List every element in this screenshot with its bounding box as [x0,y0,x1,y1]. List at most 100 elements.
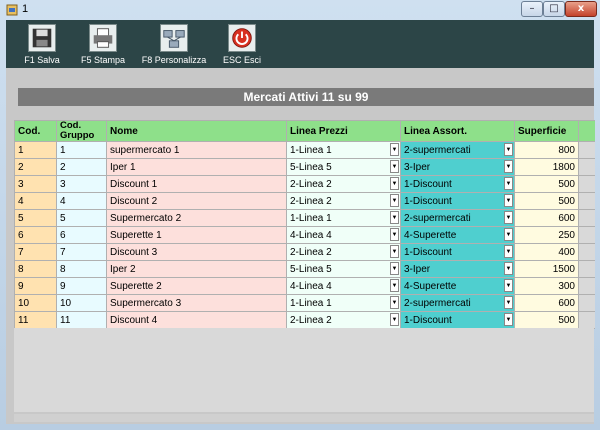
table-row[interactable]: 4 4 Discount 2 2-Linea 2 ▼ 1-Discount ▼ 500 [14,192,595,210]
cell-nome[interactable]: supermercato 1 [106,141,287,159]
chevron-down-icon[interactable]: ▼ [390,262,399,275]
maximize-button[interactable]: □ [543,1,565,17]
cell-superficie[interactable]: 400 [514,243,579,261]
close-button[interactable]: x [565,1,597,17]
chevron-down-icon[interactable]: ▼ [504,279,513,292]
cell-cod-gruppo[interactable]: 8 [56,260,107,278]
cell-cod-gruppo[interactable]: 11 [56,311,107,329]
col-header-nome[interactable]: Nome [106,120,287,142]
cell-nome[interactable]: Supermercato 3 [106,294,287,312]
chevron-down-icon[interactable]: ▼ [504,177,513,190]
cell-nome[interactable]: Discount 1 [106,175,287,193]
col-header-linea-assort[interactable]: Linea Assort. [400,120,515,142]
chevron-down-icon[interactable]: ▼ [390,177,399,190]
cell-linea-prezzi[interactable]: 4-Linea 4 ▼ [286,226,401,244]
cell-superficie[interactable]: 500 [514,175,579,193]
cell-linea-prezzi[interactable]: 1-Linea 1 ▼ [286,294,401,312]
cell-nome[interactable]: Superette 1 [106,226,287,244]
cell-linea-assort[interactable]: 3-Iper ▼ [400,158,515,176]
cell-superficie[interactable]: 800 [514,141,579,159]
cell-cod[interactable]: 6 [14,226,57,244]
cell-cod[interactable]: 2 [14,158,57,176]
chevron-down-icon[interactable]: ▼ [504,228,513,241]
cell-cod[interactable]: 7 [14,243,57,261]
cell-cod[interactable]: 1 [14,141,57,159]
cell-cod-gruppo[interactable]: 4 [56,192,107,210]
cell-linea-assort[interactable]: 4-Superette ▼ [400,277,515,295]
chevron-down-icon[interactable]: ▼ [390,279,399,292]
cell-linea-assort[interactable]: 3-Iper ▼ [400,260,515,278]
chevron-down-icon[interactable]: ▼ [504,194,513,207]
cell-linea-assort[interactable]: 1-Discount ▼ [400,311,515,329]
cell-cod-gruppo[interactable]: 5 [56,209,107,227]
cell-superficie[interactable]: 1800 [514,158,579,176]
cell-cod[interactable]: 5 [14,209,57,227]
chevron-down-icon[interactable]: ▼ [504,245,513,258]
cell-superficie[interactable]: 600 [514,209,579,227]
cell-linea-prezzi[interactable]: 5-Linea 5 ▼ [286,158,401,176]
cell-cod-gruppo[interactable]: 10 [56,294,107,312]
table-row[interactable]: 8 8 Iper 2 5-Linea 5 ▼ 3-Iper ▼ 1500 [14,260,595,278]
chevron-down-icon[interactable]: ▼ [504,160,513,173]
cell-nome[interactable]: Iper 2 [106,260,287,278]
horizontal-scrollbar[interactable] [14,414,594,422]
chevron-down-icon[interactable]: ▼ [390,245,399,258]
cell-cod[interactable]: 3 [14,175,57,193]
cell-cod[interactable]: 10 [14,294,57,312]
cell-cod[interactable]: 8 [14,260,57,278]
chevron-down-icon[interactable]: ▼ [504,296,513,309]
cell-cod-gruppo[interactable]: 1 [56,141,107,159]
cell-cod-gruppo[interactable]: 3 [56,175,107,193]
f5-stampa-button[interactable]: F5 Stampa [76,24,130,66]
cell-nome[interactable]: Iper 1 [106,158,287,176]
minimize-button[interactable]: – [521,1,543,17]
chevron-down-icon[interactable]: ▼ [390,228,399,241]
cell-linea-assort[interactable]: 4-Superette ▼ [400,226,515,244]
cell-cod[interactable]: 4 [14,192,57,210]
table-row[interactable]: 2 2 Iper 1 5-Linea 5 ▼ 3-Iper ▼ 1800 [14,158,595,176]
cell-superficie[interactable]: 1500 [514,260,579,278]
col-header-cod[interactable]: Cod. [14,120,57,142]
cell-cod-gruppo[interactable]: 9 [56,277,107,295]
f8-personalizza-button[interactable]: F8 Personalizza [139,24,209,66]
chevron-down-icon[interactable]: ▼ [390,194,399,207]
cell-linea-assort[interactable]: 1-Discount ▼ [400,243,515,261]
cell-nome[interactable]: Discount 4 [106,311,287,329]
chevron-down-icon[interactable]: ▼ [504,211,513,224]
cell-linea-assort[interactable]: 2-supermercati ▼ [400,209,515,227]
chevron-down-icon[interactable]: ▼ [390,211,399,224]
cell-nome[interactable]: Discount 3 [106,243,287,261]
cell-linea-prezzi[interactable]: 5-Linea 5 ▼ [286,260,401,278]
cell-linea-prezzi[interactable]: 1-Linea 1 ▼ [286,141,401,159]
cell-superficie[interactable]: 250 [514,226,579,244]
esc-esci-button[interactable]: ESC Esci [218,24,266,66]
cell-linea-assort[interactable]: 2-supermercati ▼ [400,141,515,159]
col-header-cod-gruppo[interactable]: Cod. Gruppo [56,120,107,142]
cell-cod[interactable]: 9 [14,277,57,295]
cell-cod-gruppo[interactable]: 2 [56,158,107,176]
table-row[interactable]: 1 1 supermercato 1 1-Linea 1 ▼ 2-supermercati… [14,141,595,159]
chevron-down-icon[interactable]: ▼ [504,143,513,156]
chevron-down-icon[interactable]: ▼ [390,313,399,326]
table-row[interactable]: 9 9 Superette 2 4-Linea 4 ▼ 4-Superette ▼ 300 [14,277,595,295]
table-row[interactable]: 7 7 Discount 3 2-Linea 2 ▼ 1-Discount ▼ 400 [14,243,595,261]
table-row[interactable]: 11 11 Discount 4 2-Linea 2 ▼ 1-Discount ▼ 500 [14,311,595,329]
cell-nome[interactable]: Discount 2 [106,192,287,210]
cell-linea-prezzi[interactable]: 2-Linea 2 ▼ [286,175,401,193]
cell-cod[interactable]: 11 [14,311,57,329]
table-row[interactable]: 10 10 Supermercato 3 1-Linea 1 ▼ 2-supermerca… [14,294,595,312]
cell-linea-prezzi[interactable]: 2-Linea 2 ▼ [286,243,401,261]
table-row[interactable]: 3 3 Discount 1 2-Linea 2 ▼ 1-Discount ▼ 500 [14,175,595,193]
cell-linea-prezzi[interactable]: 2-Linea 2 ▼ [286,311,401,329]
chevron-down-icon[interactable]: ▼ [390,296,399,309]
col-header-linea-prezzi[interactable]: Linea Prezzi [286,120,401,142]
cell-nome[interactable]: Superette 2 [106,277,287,295]
col-header-superficie[interactable]: Superficie [514,120,579,142]
cell-linea-assort[interactable]: 2-supermercati ▼ [400,294,515,312]
chevron-down-icon[interactable]: ▼ [504,313,513,326]
table-row[interactable]: 5 5 Supermercato 2 1-Linea 1 ▼ 2-supermercati… [14,209,595,227]
cell-linea-prezzi[interactable]: 2-Linea 2 ▼ [286,192,401,210]
cell-superficie[interactable]: 500 [514,311,579,329]
cell-cod-gruppo[interactable]: 7 [56,243,107,261]
cell-superficie[interactable]: 300 [514,277,579,295]
